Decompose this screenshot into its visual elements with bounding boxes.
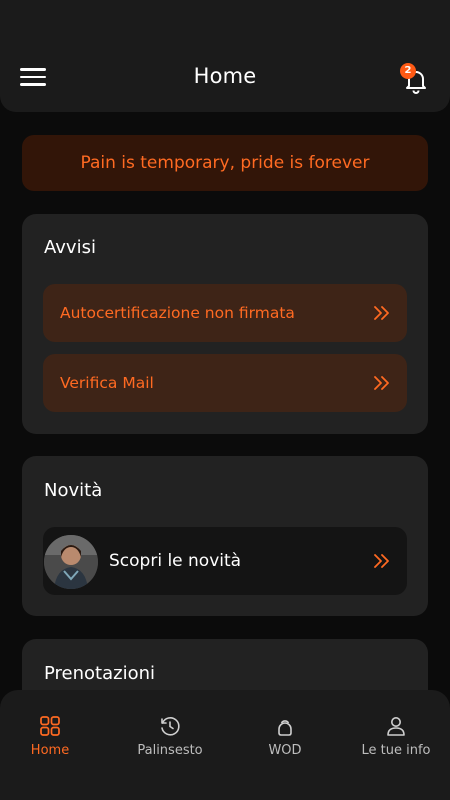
double-chevron-right-icon — [374, 306, 389, 320]
news-item[interactable]: Scopri le novità — [43, 527, 407, 595]
alert-item-autocertificazione[interactable]: Autocertificazione non firmata — [43, 284, 407, 342]
nav-label: WOD — [268, 743, 302, 758]
double-chevron-right-icon — [374, 376, 389, 390]
prenotazioni-title: Prenotazioni — [44, 663, 155, 684]
nav-item-palinsesto[interactable]: Palinsesto — [114, 714, 226, 758]
novita-card: Novità Scopri le novità — [22, 456, 428, 616]
motto-banner: Pain is temporary, pride is forever — [22, 135, 428, 191]
alert-item-label: Autocertificazione non firmata — [60, 304, 295, 322]
avvisi-card: Avvisi Autocertificazione non firmata Ve… — [22, 214, 428, 434]
nav-label: Home — [30, 743, 70, 758]
kettlebell-icon — [278, 720, 292, 736]
nav-item-home[interactable]: Home — [0, 714, 106, 758]
news-item-label: Scopri le novità — [109, 551, 242, 571]
page-title: Home — [193, 64, 257, 88]
alert-item-label: Verifica Mail — [60, 374, 154, 392]
nav-item-wod[interactable]: WOD — [229, 714, 341, 758]
schedule-icon — [161, 717, 180, 736]
novita-title: Novità — [44, 480, 103, 501]
nav-label: Le tue info — [361, 743, 431, 758]
grid-icon — [40, 716, 60, 736]
notification-badge: 2 — [400, 63, 416, 79]
nav-item-le-tue-info[interactable]: Le tue info — [340, 714, 450, 758]
avvisi-title: Avvisi — [44, 237, 96, 258]
alert-item-verifica-mail[interactable]: Verifica Mail — [43, 354, 407, 412]
nav-label: Palinsesto — [137, 743, 203, 758]
bottom-navigation: Home Palinsesto WOD Le tue info — [0, 690, 450, 800]
double-chevron-right-icon — [374, 554, 389, 568]
news-avatar-image — [44, 535, 98, 589]
user-icon — [387, 717, 405, 736]
top-app-bar: Home 2 — [0, 0, 450, 112]
